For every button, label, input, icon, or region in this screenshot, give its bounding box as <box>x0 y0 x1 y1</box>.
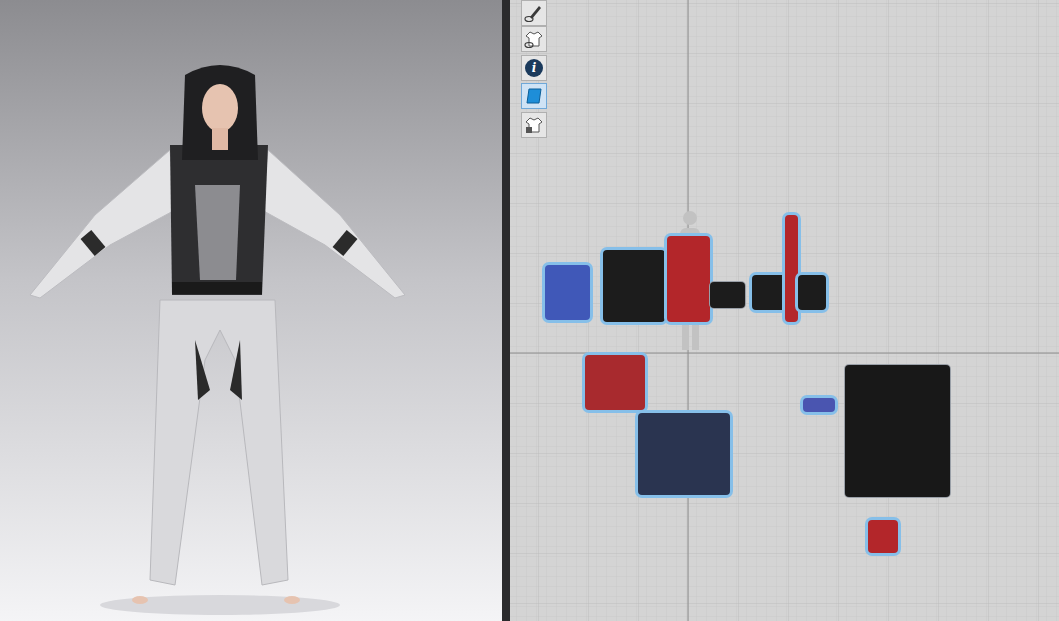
pattern-piece[interactable] <box>798 275 826 310</box>
garment-eye-icon <box>524 29 544 49</box>
pattern-piece[interactable] <box>752 275 786 310</box>
pattern-piece[interactable] <box>710 282 745 308</box>
pattern-piece[interactable] <box>585 355 645 410</box>
avatar-figure[interactable] <box>0 0 502 621</box>
pattern-piece[interactable] <box>785 215 798 322</box>
app-window: i <box>0 0 1059 621</box>
toolbar-button[interactable] <box>521 0 547 26</box>
toolbar: i <box>521 0 547 140</box>
pattern-canvas[interactable]: i <box>510 0 1059 621</box>
panel-divider[interactable] <box>502 0 510 621</box>
layer-icon <box>524 86 544 106</box>
toolbar-button[interactable]: i <box>521 55 547 81</box>
pen-eye-icon <box>524 3 544 23</box>
pattern-piece[interactable] <box>638 413 730 495</box>
pattern-piece[interactable] <box>845 365 950 497</box>
garment-lock-icon <box>524 115 544 135</box>
pattern-piece[interactable] <box>603 250 665 322</box>
3d-viewport[interactable] <box>0 0 502 621</box>
pattern-piece[interactable] <box>667 236 710 322</box>
pattern-piece[interactable] <box>545 265 590 320</box>
toolbar-button[interactable] <box>521 83 547 109</box>
toolbar-button[interactable] <box>521 112 547 138</box>
pattern-piece[interactable] <box>868 520 898 553</box>
pattern-piece[interactable] <box>803 398 835 412</box>
info-icon: i <box>525 59 543 77</box>
toolbar-button[interactable] <box>521 26 547 52</box>
